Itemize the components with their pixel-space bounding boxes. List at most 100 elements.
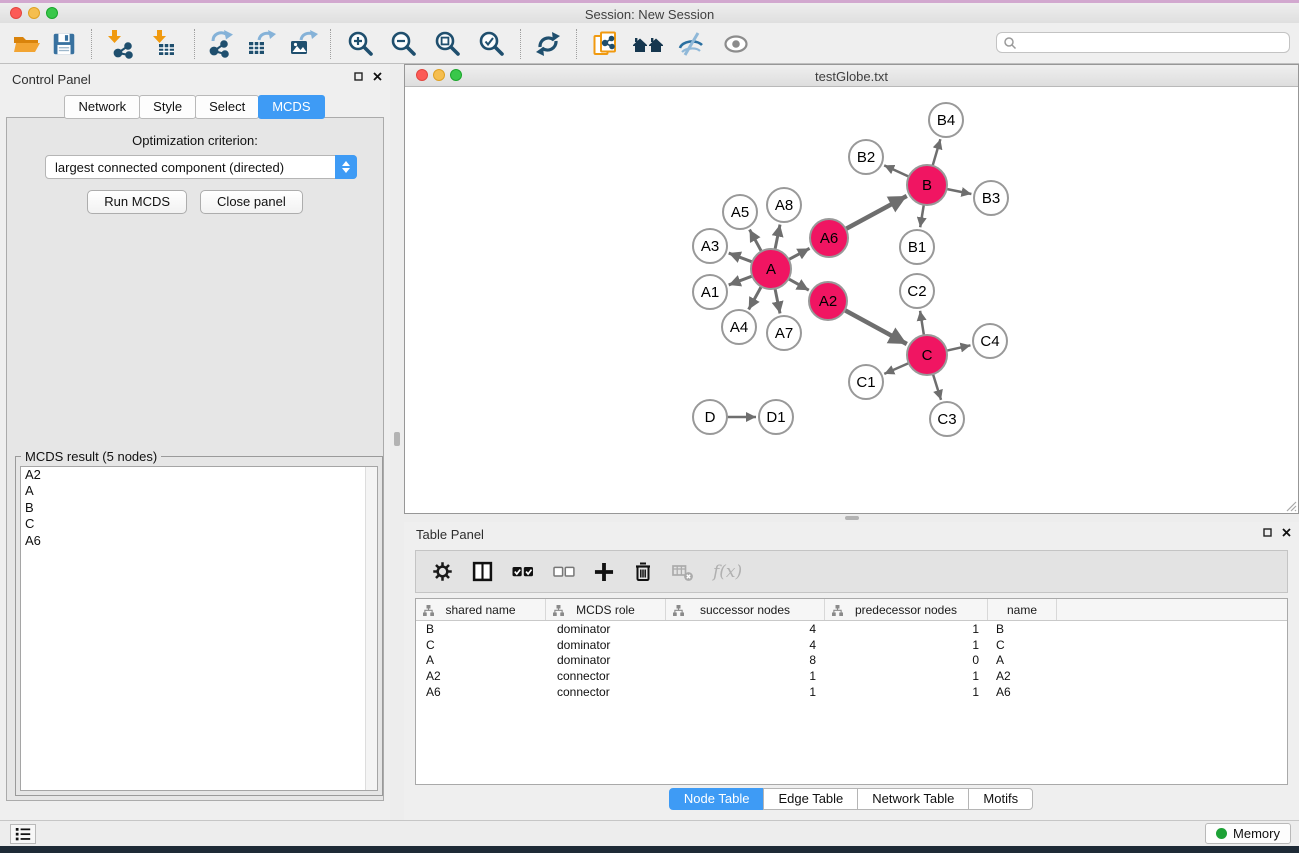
tab-network[interactable]: Network xyxy=(64,95,140,119)
table-cell[interactable]: connector xyxy=(546,669,666,683)
table-row[interactable]: Cdominator41C xyxy=(416,637,1287,653)
table-cell[interactable]: 1 xyxy=(825,638,988,652)
graph-edge-C-C4[interactable] xyxy=(947,345,971,350)
tab-motifs[interactable]: Motifs xyxy=(968,788,1033,810)
app-titlebar[interactable]: Session: New Session xyxy=(0,3,1299,23)
home-button[interactable] xyxy=(630,28,666,60)
task-history-button[interactable] xyxy=(10,824,36,844)
search-input[interactable] xyxy=(996,32,1290,53)
table-cell[interactable]: dominator xyxy=(546,622,666,636)
graph-edge-A-A4[interactable] xyxy=(749,287,762,310)
horizontal-splitter[interactable] xyxy=(404,514,1299,522)
float-panel-icon[interactable] xyxy=(354,72,363,81)
graph-edge-A-A7[interactable] xyxy=(775,289,780,314)
tab-node-table[interactable]: Node Table xyxy=(669,788,765,810)
delete-table-button[interactable] xyxy=(672,562,694,582)
column-header-predecessor-nodes[interactable]: predecessor nodes xyxy=(825,599,988,620)
create-column-button[interactable] xyxy=(594,562,614,582)
export-image-button[interactable] xyxy=(285,28,321,60)
select-all-columns-button[interactable] xyxy=(512,562,534,582)
tab-network-table[interactable]: Network Table xyxy=(857,788,969,810)
table-settings-button[interactable] xyxy=(432,561,453,582)
table-cell[interactable]: 1 xyxy=(825,685,988,699)
network-canvas[interactable]: ABCA2A6A1A3A4A5A7A8B1B2B3B4C1C2C3C4DD1 xyxy=(405,87,1298,514)
show-column-button[interactable] xyxy=(472,561,493,582)
table-cell[interactable]: 0 xyxy=(825,653,988,667)
table-cell[interactable]: B xyxy=(416,622,546,636)
table-cell[interactable]: 1 xyxy=(825,622,988,636)
hide-graphics-details-button[interactable] xyxy=(673,28,709,60)
graph-edge-A2-C[interactable] xyxy=(845,310,907,344)
table-row[interactable]: A2connector11A2 xyxy=(416,668,1287,684)
graph-edge-A-A1[interactable] xyxy=(729,276,753,285)
table-cell[interactable]: B xyxy=(988,622,1057,636)
mcds-result-list[interactable]: A2ABCA6 xyxy=(20,466,378,791)
table-cell[interactable]: A2 xyxy=(988,669,1057,683)
graph-edge-B-B2[interactable] xyxy=(884,165,909,176)
table-cell[interactable]: 1 xyxy=(825,669,988,683)
unselect-all-columns-button[interactable] xyxy=(553,562,575,582)
table-cell[interactable]: C xyxy=(416,638,546,652)
table-cell[interactable]: 4 xyxy=(666,638,825,652)
mcds-result-item[interactable]: B xyxy=(21,500,377,516)
mcds-result-item[interactable]: C xyxy=(21,516,377,532)
table-cell[interactable]: 1 xyxy=(666,669,825,683)
splitter-grip[interactable] xyxy=(845,516,859,520)
export-network-button[interactable] xyxy=(204,28,240,60)
close-panel-icon[interactable] xyxy=(1282,528,1291,537)
column-header-successor-nodes[interactable]: successor nodes xyxy=(666,599,825,620)
graph-edge-C-C3[interactable] xyxy=(933,374,941,400)
float-panel-icon[interactable] xyxy=(1263,528,1272,537)
memory-button[interactable]: Memory xyxy=(1205,823,1291,844)
graph-edge-B-B1[interactable] xyxy=(920,205,924,228)
criterion-dropdown[interactable]: largest connected component (directed) xyxy=(45,155,357,179)
table-cell[interactable]: A xyxy=(416,653,546,667)
graph-edge-A-A6[interactable] xyxy=(789,248,810,259)
save-session-button[interactable] xyxy=(46,28,82,60)
close-panel-icon[interactable] xyxy=(373,72,382,81)
vertical-splitter[interactable] xyxy=(390,64,404,820)
table-cell[interactable]: dominator xyxy=(546,638,666,652)
table-cell[interactable]: A2 xyxy=(416,669,546,683)
export-table-button[interactable] xyxy=(243,28,279,60)
table-cell[interactable]: C xyxy=(988,638,1057,652)
graph-edge-A6-B[interactable] xyxy=(846,196,907,229)
refresh-layout-button[interactable] xyxy=(530,28,566,60)
network-window-titlebar[interactable]: testGlobe.txt xyxy=(405,65,1298,87)
tab-edge-table[interactable]: Edge Table xyxy=(763,788,858,810)
splitter-grip[interactable] xyxy=(394,432,400,446)
table-cell[interactable]: 8 xyxy=(666,653,825,667)
function-builder-button[interactable]: f(x) xyxy=(713,562,742,582)
zoom-fit-button[interactable] xyxy=(430,28,466,60)
table-cell[interactable]: 1 xyxy=(666,685,825,699)
import-network-button[interactable] xyxy=(101,28,137,60)
graph-edge-C-C1[interactable] xyxy=(884,363,908,374)
graph-edge-A-A8[interactable] xyxy=(775,225,780,250)
run-mcds-button[interactable]: Run MCDS xyxy=(87,190,187,214)
table-row[interactable]: Adominator80A xyxy=(416,653,1287,669)
zoom-selected-button[interactable] xyxy=(474,28,510,60)
graph-edge-B-B3[interactable] xyxy=(947,189,972,194)
column-header-shared-name[interactable]: shared name xyxy=(416,599,546,620)
column-header-name[interactable]: name xyxy=(988,599,1057,620)
new-network-from-file-button[interactable] xyxy=(588,28,624,60)
open-session-button[interactable] xyxy=(8,28,44,60)
tab-style[interactable]: Style xyxy=(139,95,196,119)
graph-edge-A-A3[interactable] xyxy=(729,253,753,262)
zoom-out-button[interactable] xyxy=(386,28,422,60)
table-cell[interactable]: A xyxy=(988,653,1057,667)
table-cell[interactable]: dominator xyxy=(546,653,666,667)
show-graphics-details-button[interactable] xyxy=(718,28,754,60)
table-cell[interactable]: 4 xyxy=(666,622,825,636)
mcds-result-item[interactable]: A xyxy=(21,483,377,499)
import-table-button[interactable] xyxy=(145,28,181,60)
table-row[interactable]: A6connector11A6 xyxy=(416,684,1287,700)
table-row[interactable]: Bdominator41B xyxy=(416,621,1287,637)
mcds-result-scrollbar[interactable] xyxy=(365,467,377,790)
tab-select[interactable]: Select xyxy=(195,95,259,119)
delete-columns-button[interactable] xyxy=(633,561,653,582)
close-panel-button[interactable]: Close panel xyxy=(200,190,303,214)
column-header-mcds-role[interactable]: MCDS role xyxy=(546,599,666,620)
table-cell[interactable]: A6 xyxy=(988,685,1057,699)
graph-edge-A-A5[interactable] xyxy=(750,230,762,252)
